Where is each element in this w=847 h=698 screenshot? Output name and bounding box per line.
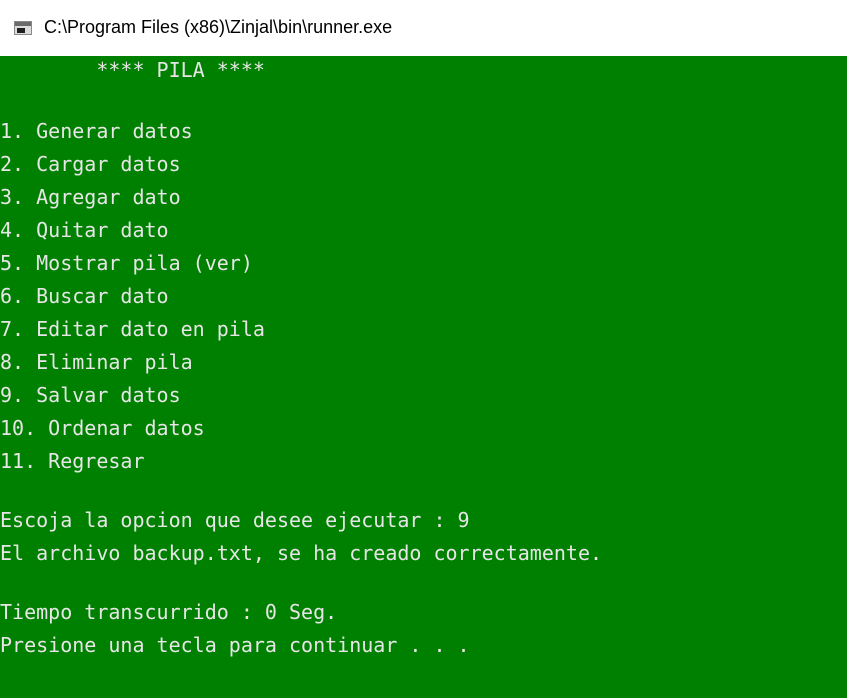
menu-item-agregar-dato: 3. Agregar dato — [0, 185, 181, 209]
menu-item-cargar-datos: 2. Cargar datos — [0, 152, 181, 176]
menu-header: **** PILA **** — [0, 58, 265, 82]
menu-item-eliminar-pila: 8. Eliminar pila — [0, 350, 193, 374]
menu-item-mostrar-pila: 5. Mostrar pila (ver) — [0, 251, 253, 275]
menu-item-generar-datos: 1. Generar datos — [0, 119, 193, 143]
press-key-prompt: Presione una tecla para continuar . . . — [0, 633, 470, 657]
window-title: C:\Program Files (x86)\Zinjal\bin\runner… — [44, 17, 393, 37]
menu-item-quitar-dato: 4. Quitar dato — [0, 218, 169, 242]
console-output[interactable]: **** PILA **** 1. Generar datos 2. Carga… — [0, 56, 847, 698]
console-window: C:\Program Files (x86)\Zinjal\bin\runner… — [0, 0, 847, 698]
console-window-icon — [14, 21, 32, 35]
backup-result-message: El archivo backup.txt, se ha creado corr… — [0, 541, 603, 565]
menu-item-editar-dato: 7. Editar dato en pila — [0, 317, 265, 341]
elapsed-time: Tiempo transcurrido : 0 Seg. — [0, 600, 338, 624]
menu-item-ordenar-datos: 10. Ordenar datos — [0, 416, 205, 440]
menu-item-salvar-datos: 9. Salvar datos — [0, 383, 181, 407]
title-bar[interactable]: C:\Program Files (x86)\Zinjal\bin\runner… — [0, 0, 847, 56]
menu-item-buscar-dato: 6. Buscar dato — [0, 284, 169, 308]
option-prompt: Escoja la opcion que desee ejecutar : 9 — [0, 508, 470, 532]
menu-item-regresar: 11. Regresar — [0, 449, 145, 473]
